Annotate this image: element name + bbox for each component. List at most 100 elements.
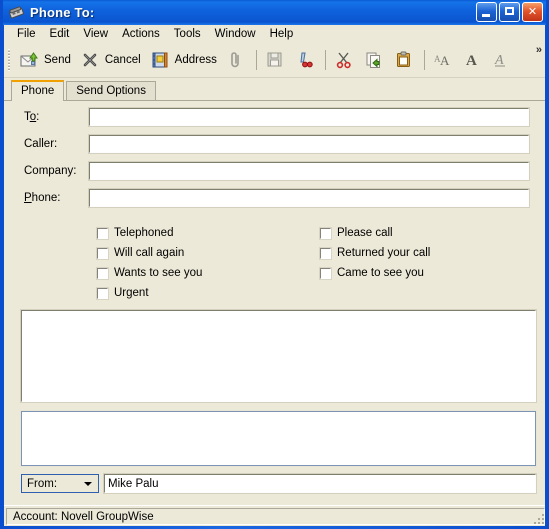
checkbox-box[interactable] (96, 266, 109, 280)
tab-strip: Phone Send Options (4, 78, 545, 101)
label-company: Company: (24, 165, 77, 177)
cut-button[interactable] (330, 47, 360, 73)
paperclip-icon (227, 51, 247, 69)
checkbox-label: Came to see you (337, 267, 424, 279)
window-frame: Phone To: ✕ File Edit View Actions Tools… (0, 0, 549, 529)
row-phone: Phone: (4, 187, 545, 209)
phone-to-window: Phone To: ✕ File Edit View Actions Tools… (0, 0, 549, 529)
title-bar[interactable]: Phone To: ✕ (3, 0, 546, 25)
spellcheck-button[interactable] (291, 47, 321, 73)
window-controls: ✕ (476, 2, 543, 22)
label-caller: Caller: (24, 138, 58, 150)
toolbar-separator-1 (255, 50, 257, 70)
from-input[interactable] (103, 473, 537, 494)
checkbox-label: Wants to see you (114, 267, 203, 279)
minimize-button[interactable] (476, 2, 497, 22)
status-text: Account: Novell GroupWise (6, 508, 545, 525)
status-bar: Account: Novell GroupWise (4, 505, 545, 526)
company-input[interactable] (88, 161, 530, 181)
checkbox-urgent[interactable]: Urgent (96, 283, 202, 303)
paste-button[interactable] (390, 47, 420, 73)
toolbar-separator-2 (324, 50, 326, 70)
menu-bar: File Edit View Actions Tools Window Help (4, 25, 545, 43)
from-dropdown-button[interactable]: From: (21, 474, 99, 493)
address-book-icon (151, 51, 171, 69)
client-area: File Edit View Actions Tools Window Help (3, 25, 546, 526)
italic-underline-icon: A (494, 51, 514, 69)
save-icon (266, 51, 286, 69)
phone-form: To: Caller: Company: Phone: Telephoned W… (4, 106, 545, 494)
checkbox-label: Urgent (114, 287, 149, 299)
message-body-area[interactable] (20, 309, 537, 403)
to-input[interactable] (88, 107, 530, 127)
checkbox-box[interactable] (319, 266, 332, 280)
checkbox-box[interactable] (319, 226, 332, 240)
label-phone: Phone: (24, 192, 61, 204)
svg-text:A: A (440, 53, 450, 68)
send-envelope-icon (20, 51, 40, 69)
bold-button[interactable]: A (459, 47, 489, 73)
toolbar-separator-3 (423, 50, 425, 70)
maximize-button[interactable] (499, 2, 520, 22)
toolbar-overflow-chevron[interactable]: » (536, 44, 542, 56)
menu-file[interactable]: File (10, 27, 43, 41)
checkbox-box[interactable] (96, 226, 109, 240)
attach-button[interactable] (222, 47, 252, 73)
row-caller: Caller: (4, 133, 545, 155)
tab-phone[interactable]: Phone (11, 80, 65, 101)
window-title: Phone To: (30, 5, 95, 20)
phone-window-icon (8, 5, 26, 21)
svg-text:A: A (466, 53, 477, 69)
checkbox-label: Returned your call (337, 247, 431, 259)
copy-icon (365, 51, 385, 69)
menu-help[interactable]: Help (263, 27, 301, 41)
save-button[interactable] (261, 47, 291, 73)
cancel-x-icon (81, 51, 101, 69)
checkbox-column-right: Please call Returned your call Came to s… (319, 223, 431, 283)
resize-grip[interactable] (532, 512, 544, 524)
clipboard-paste-icon (395, 51, 415, 69)
checkbox-please-call[interactable]: Please call (319, 223, 430, 243)
spellcheck-icon (296, 51, 316, 69)
toolbar-grip[interactable] (8, 49, 12, 71)
checkbox-box[interactable] (96, 246, 109, 260)
checkbox-group: Telephoned Will call again Wants to see … (4, 223, 545, 301)
send-button[interactable]: Send (15, 47, 76, 73)
checkbox-came-to-see-you[interactable]: Came to see you (319, 263, 430, 283)
send-label: Send (44, 54, 71, 66)
checkbox-column-left: Telephoned Will call again Wants to see … (96, 223, 203, 303)
row-company: Company: (4, 160, 545, 182)
checkbox-label: Will call again (114, 247, 185, 259)
attachment-area[interactable] (20, 410, 537, 467)
font-size-icon: A A (434, 51, 454, 69)
checkbox-telephoned[interactable]: Telephoned (96, 223, 202, 243)
chevron-down-icon (84, 482, 92, 486)
tab-send-options[interactable]: Send Options (66, 81, 156, 100)
checkbox-wants-to-see-you[interactable]: Wants to see you (96, 263, 203, 283)
checkbox-will-call-again[interactable]: Will call again (96, 243, 202, 263)
checkbox-box[interactable] (319, 246, 332, 260)
checkbox-label: Telephoned (114, 227, 174, 239)
menu-tools[interactable]: Tools (167, 27, 208, 41)
menu-actions[interactable]: Actions (115, 27, 167, 41)
menu-view[interactable]: View (76, 27, 115, 41)
menu-edit[interactable]: Edit (43, 27, 77, 41)
phone-input[interactable] (88, 188, 530, 208)
caller-input[interactable] (88, 134, 530, 154)
bold-icon: A (464, 51, 484, 69)
label-to: To: (24, 111, 40, 123)
row-to: To: (4, 106, 545, 128)
copy-button[interactable] (360, 47, 390, 73)
italic-underline-button[interactable]: A (489, 47, 519, 73)
cancel-label: Cancel (104, 54, 141, 66)
checkbox-label: Please call (337, 227, 393, 239)
address-button[interactable]: Address (146, 47, 222, 73)
checkbox-returned-your-call[interactable]: Returned your call (319, 243, 431, 263)
font-size-button[interactable]: A A (429, 47, 459, 73)
checkbox-box[interactable] (96, 286, 109, 300)
cancel-button[interactable]: Cancel (76, 47, 146, 73)
menu-window[interactable]: Window (208, 27, 263, 41)
close-button[interactable]: ✕ (522, 2, 543, 22)
scissors-icon (335, 51, 355, 69)
from-label: From: (27, 477, 58, 490)
